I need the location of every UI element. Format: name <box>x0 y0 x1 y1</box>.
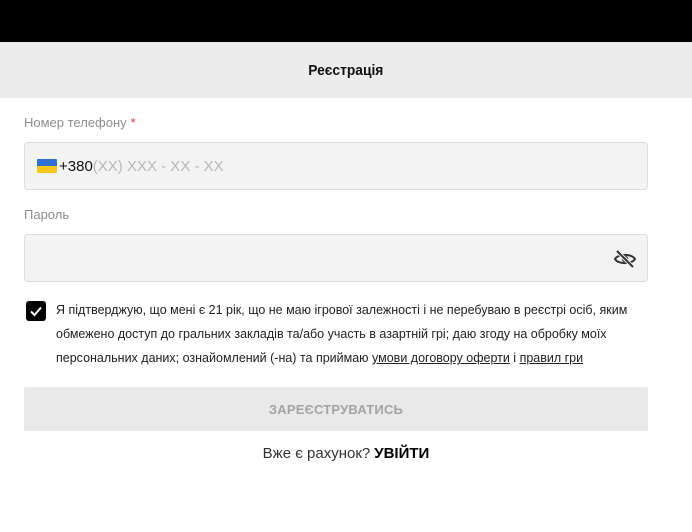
ukraine-flag-icon <box>37 159 57 173</box>
phone-label-text: Номер телефону <box>24 115 127 130</box>
phone-field[interactable]: +380 <box>24 142 648 190</box>
consent-text: Я підтверджую, що мені є 21 рік, що не м… <box>56 298 656 370</box>
password-label: Пароль <box>24 207 70 222</box>
register-button[interactable]: ЗАРЕЄСТРУВАТИСЬ <box>24 387 648 431</box>
country-code: +380 <box>59 157 93 175</box>
login-row: Вже є рахунок? УВІЙТИ <box>0 445 692 462</box>
password-field[interactable] <box>24 234 648 282</box>
eye-off-icon[interactable] <box>613 247 637 271</box>
page-title: Реєстрація <box>308 61 384 79</box>
phone-input[interactable] <box>92 157 393 175</box>
consent-checkbox[interactable] <box>26 301 46 321</box>
login-prompt: Вже є рахунок? <box>262 445 371 462</box>
required-mark: * <box>130 115 136 130</box>
password-input[interactable] <box>25 235 585 281</box>
consent-separator: і <box>509 351 520 365</box>
phone-label: Номер телефону * <box>24 115 136 130</box>
modal-header: Реєстрація <box>0 42 692 98</box>
terms-link[interactable]: умови договору оферти <box>372 351 510 365</box>
login-link[interactable]: УВІЙТИ <box>374 445 429 462</box>
checkmark-icon <box>30 306 42 317</box>
top-bar <box>0 0 692 42</box>
rules-link[interactable]: правил гри <box>520 351 584 365</box>
